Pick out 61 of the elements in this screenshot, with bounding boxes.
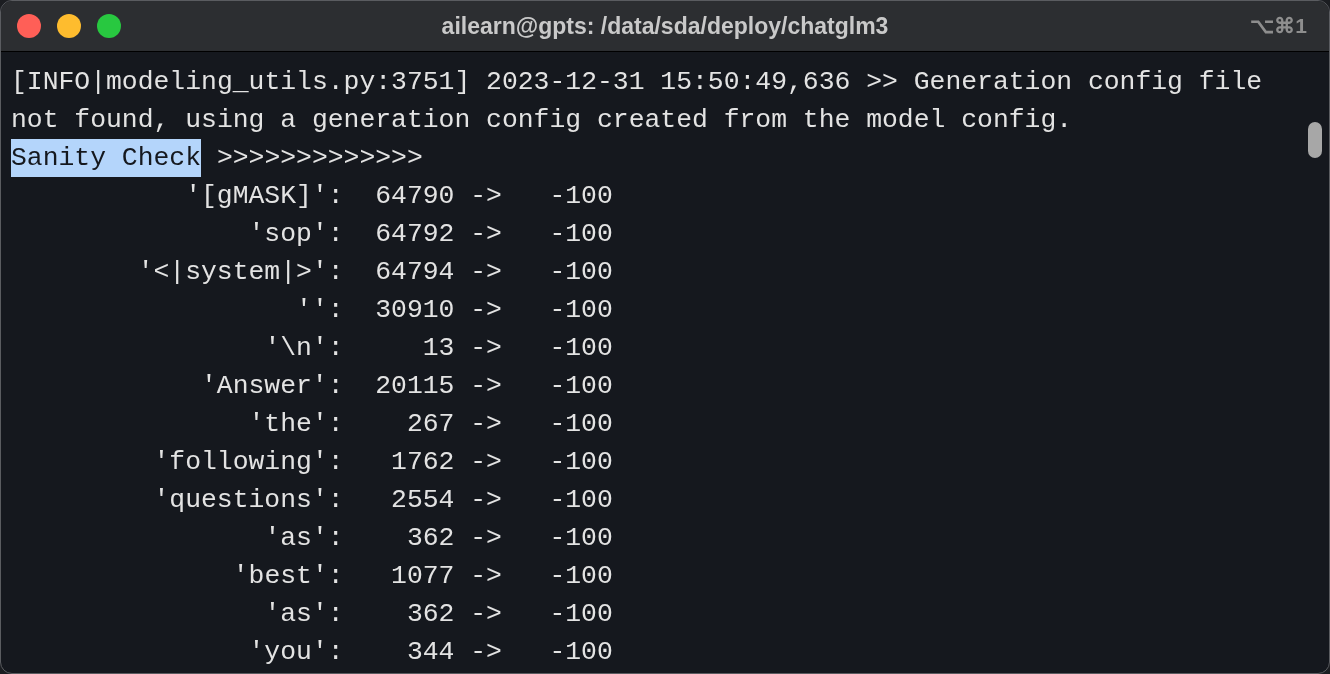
label-value: -100	[549, 370, 613, 403]
window-title: ailearn@gpts: /data/sda/deploy/chatglm3	[441, 12, 889, 39]
arrow-text: ->	[470, 256, 502, 289]
token-id: 30910	[375, 294, 455, 327]
arrow-text: ->	[470, 598, 502, 631]
label-value: -100	[549, 560, 613, 593]
arrow-text: ->	[470, 522, 502, 555]
token-text: 'best':	[232, 560, 344, 593]
label-value: -100	[549, 332, 613, 365]
arrow-text: ->	[470, 332, 502, 365]
arrow-text: ->	[470, 446, 502, 479]
token-text: 'Answer':	[201, 370, 344, 403]
token-id: 64790	[375, 180, 455, 213]
scrollbar-thumb[interactable]	[1308, 122, 1322, 158]
zoom-button[interactable]	[97, 14, 121, 38]
token-id: 362	[406, 598, 455, 631]
token-text: 'following':	[153, 446, 344, 479]
minimize-button[interactable]	[57, 14, 81, 38]
token-id: 64792	[375, 218, 455, 251]
arrow-text: ->	[470, 636, 502, 669]
token-id: 362	[406, 522, 455, 555]
token-id: 64794	[375, 256, 455, 289]
label-value: -100	[549, 218, 613, 251]
token-id: 1762	[391, 446, 455, 479]
shortcut-label: ⌥⌘1	[1250, 14, 1307, 38]
label-value: -100	[549, 180, 613, 213]
token-id: 344	[406, 636, 455, 669]
label-value: -100	[549, 598, 613, 631]
arrow-text: ->	[470, 218, 502, 251]
close-button[interactable]	[17, 14, 41, 38]
token-text: 'as':	[264, 598, 344, 631]
label-value: -100	[549, 256, 613, 289]
arrow-text: ->	[470, 484, 502, 517]
token-text: 'questions':	[153, 484, 344, 517]
label-value: -100	[549, 522, 613, 555]
selected-text: Sanity Check	[11, 139, 202, 177]
label-value: -100	[549, 408, 613, 441]
label-value: -100	[549, 636, 613, 669]
arrow-text: ->	[470, 408, 502, 441]
log-message: [INFO|modeling_utils.py:3751] 2023-12-31 15:50:49,636 >> Generation config file not found, using a generation config created from the model config.	[11, 66, 1264, 137]
token-text: '':	[296, 294, 344, 327]
arrow-text: ->	[470, 294, 502, 327]
label-value: -100	[549, 446, 613, 479]
token-text: 'sop':	[248, 218, 344, 251]
token-text: 'you':	[248, 636, 344, 669]
label-value: -100	[549, 484, 613, 517]
token-id: 20115	[375, 370, 455, 403]
label-value: -100	[549, 294, 613, 327]
token-id: 2554	[391, 484, 455, 517]
token-text: 'as':	[264, 522, 344, 555]
arrow-text: ->	[470, 180, 502, 213]
token-id: 1077	[391, 560, 455, 593]
token-id: 267	[406, 408, 455, 441]
token-id: 13	[422, 332, 455, 365]
token-text: '\n':	[264, 332, 344, 365]
banner-text: >>>>>>>>>>>>>	[216, 142, 423, 175]
arrow-text: ->	[470, 560, 502, 593]
token-text: '[gMASK]':	[185, 180, 344, 213]
arrow-text: ->	[470, 370, 502, 403]
token-text: '<|system|>':	[137, 256, 344, 289]
token-text: 'the':	[248, 408, 344, 441]
